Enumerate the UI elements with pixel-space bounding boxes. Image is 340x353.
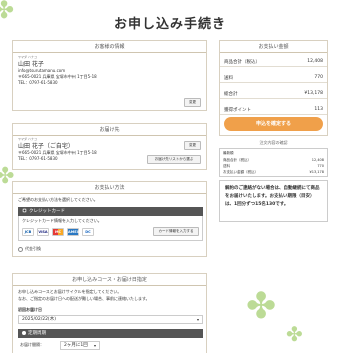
customer-name: 山田 花子 — [18, 61, 44, 68]
cycle-bar-label: 定期周期 — [28, 331, 46, 336]
first-date-select[interactable]: 2025/02/22(木) ▾ — [18, 315, 203, 324]
course-card: お申し込みコース・お届け日指定 お申し込みコースとお届けサイクルを指定してくださ… — [12, 273, 207, 353]
page-title: お申し込み手続き — [113, 17, 226, 32]
payment-card: お支払い方法 ご希望のお支払い方法を選択してください。 クレジットカード クレジ… — [12, 181, 207, 257]
summary-value: 113 — [314, 107, 323, 112]
cod-option[interactable]: 代金引換 — [18, 246, 41, 252]
credit-card-panel: クレジットカード情報を入力してください。 JCB VISA MC AMEX DC… — [18, 216, 203, 241]
credit-card-radio[interactable] — [22, 208, 27, 213]
summary-row-points: 獲得ポイント 113 — [220, 104, 327, 115]
mini-label: 最新順 — [223, 151, 234, 155]
auto-renew-notice: 解約のご連絡がない場合は、自動継続にて商品をお届けいたします。お支払い期限（目安… — [219, 180, 328, 222]
course-desc-2: なお、ご指定のお届け日への配送が難しい場合、事前に連絡いたします。 — [18, 296, 150, 301]
summary-label: 商品合計（税込） — [224, 60, 260, 65]
mini-row-label: お支払い金額（税込） — [223, 170, 258, 174]
credit-card-label: クレジットカード — [29, 209, 65, 214]
order-page: ✤ ✤ ✤ ✤ お申し込み手続き お客様の情報 ヤマダ ハナコ 山田 花子 in… — [0, 0, 340, 353]
cycle-select[interactable]: 2ヶ月に1回 ▾ — [60, 341, 100, 350]
delivery-edit-button[interactable]: 変更 — [184, 141, 201, 150]
summary-value: 770 — [314, 75, 323, 80]
dc-logo-icon: DC — [82, 228, 94, 236]
delivery-card: お届け先 ヤマダ ハナコ 山田 花子（ご自宅） 〒665-0021 兵庫県 宝塚… — [12, 123, 207, 170]
cycle-label: お届け間隔： — [20, 342, 44, 347]
clover-decoration-icon: ✤ — [246, 286, 277, 327]
delivery-header: お届け先 — [13, 124, 206, 136]
cod-label: 代金引換 — [25, 246, 41, 251]
course-desc-1: お申し込みコースとお届けサイクルを指定してください。 — [18, 289, 122, 294]
summary-label: 獲得ポイント — [224, 108, 251, 113]
customer-edit-button[interactable]: 変更 — [184, 98, 201, 107]
summary-label: 総合計 — [224, 92, 238, 97]
card-input-button[interactable]: カード情報を入力する — [153, 227, 199, 236]
cycle-bar-radio-icon — [22, 330, 26, 335]
summary-value: ¥13,178 — [304, 91, 323, 96]
summary-row-subtotal: 商品合計（税込） 12,408 — [220, 56, 327, 67]
summary-header: お支払い金額 — [220, 41, 327, 53]
chevron-down-icon: ▾ — [93, 343, 96, 348]
summary-value: 12,408 — [307, 59, 323, 64]
mini-title: 注文内容の確認 — [259, 140, 288, 145]
confirm-order-button[interactable]: 申込を確定する — [224, 117, 323, 131]
credit-card-desc: クレジットカード情報を入力してください。 — [22, 218, 102, 223]
cycle-bar: 定期周期 — [18, 329, 203, 338]
delivery-name: 山田 花子（ご自宅） — [18, 143, 74, 150]
auto-renew-notice-text: 解約のご連絡がない場合は、自動継続にて商品をお届けいたします。お支払い期限（目安… — [225, 186, 320, 207]
mini-row: お支払い金額（税込） ¥13,178 — [223, 169, 324, 175]
mini-summary: 最新順 商品合計（税込） 12,408 送料 770 お支払い金額（税込） ¥13,1… — [219, 148, 328, 177]
customer-info-header: お客様の情報 — [13, 41, 206, 53]
delivery-tel: TEL：0797-61-5830 — [18, 156, 58, 161]
visa-logo-icon: VISA — [37, 228, 49, 236]
delivery-list-button[interactable]: お届け先リストから選ぶ — [147, 155, 201, 164]
mini-row-value: ¥13,178 — [309, 170, 324, 174]
first-date-label: 初回お届け日 — [18, 307, 42, 312]
cycle-value: 2ヶ月に1回 — [64, 343, 88, 348]
payment-intro: ご希望のお支払い方法を選択してください。 — [18, 197, 98, 202]
customer-info-card: お客様の情報 ヤマダ ハナコ 山田 花子 info@tsurutamanu.co… — [12, 40, 207, 111]
mini-rows: 商品合計（税込） 12,408 送料 770 お支払い金額（税込） ¥13,178 — [223, 157, 324, 175]
summary-row-total: 総合計 ¥13,178 — [220, 88, 327, 99]
cod-radio[interactable] — [18, 246, 23, 252]
first-date-value: 2025/02/22(木) — [22, 317, 56, 322]
clover-decoration-icon: ✤ — [286, 322, 303, 346]
summary-row-shipping: 送料 770 — [220, 72, 327, 83]
credit-card-option[interactable]: クレジットカード — [18, 207, 203, 216]
jcb-logo-icon: JCB — [22, 228, 34, 236]
course-header: お申し込みコース・お届け日指定 — [13, 274, 206, 286]
customer-tel: TEL：0797-61-5830 — [18, 80, 58, 85]
mastercard-logo-icon: MC — [52, 228, 64, 236]
amex-logo-icon: AMEX — [67, 228, 80, 236]
summary-label: 送料 — [224, 76, 233, 81]
payment-header: お支払い方法 — [13, 182, 206, 194]
chevron-down-icon: ▾ — [196, 317, 199, 322]
